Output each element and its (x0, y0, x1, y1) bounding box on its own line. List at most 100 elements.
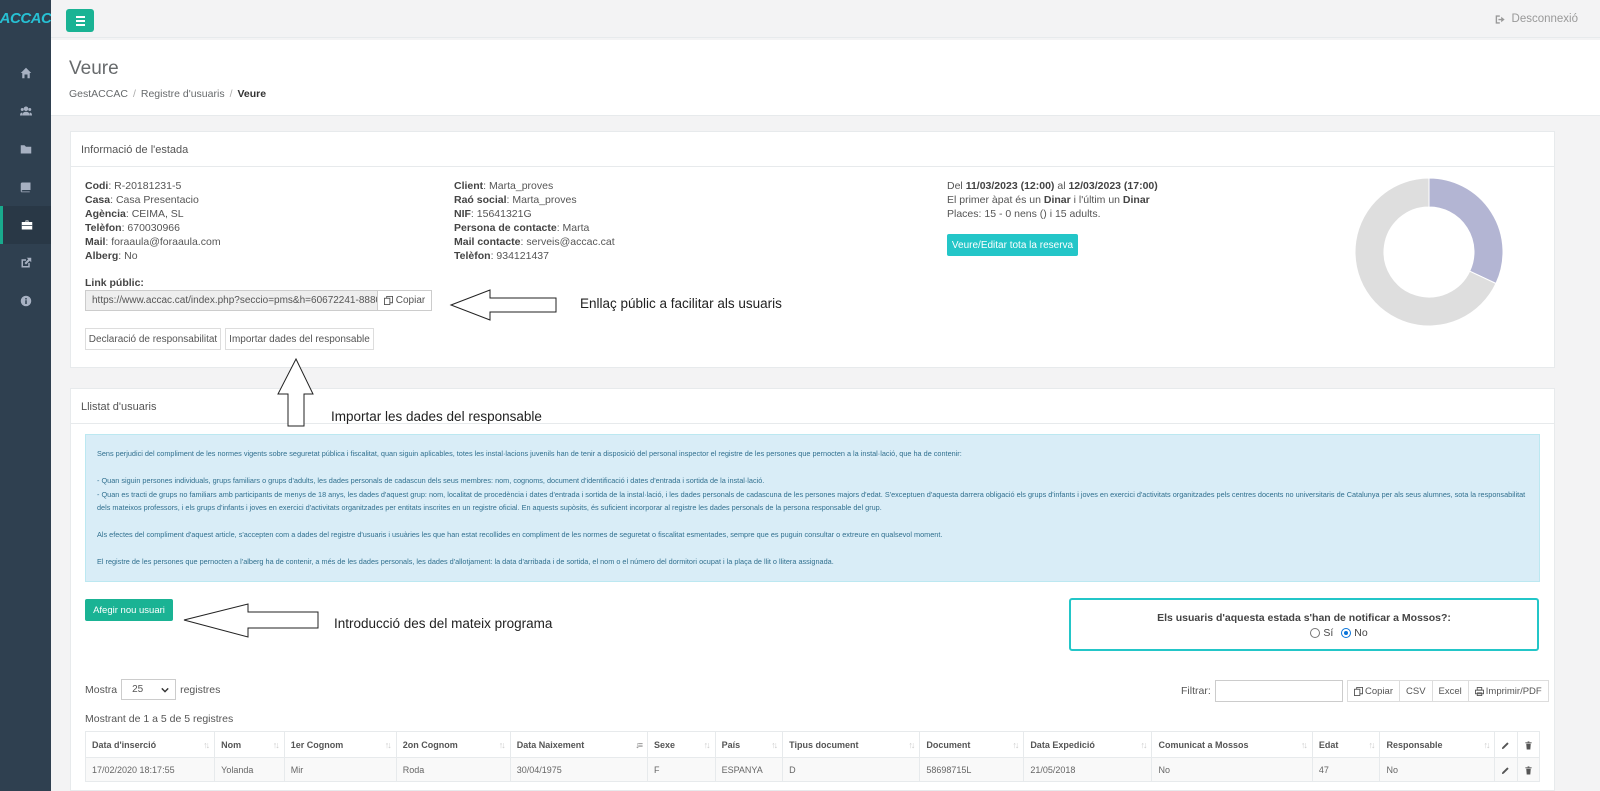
sidebar-item-briefcase[interactable] (0, 206, 51, 244)
info-row: Client: Marta_proves (454, 180, 554, 192)
page-size-control: Mostra 25 registres (85, 679, 220, 700)
col-nom[interactable]: Nom ↑↓ (214, 731, 285, 758)
cell: 47 (1311, 757, 1381, 782)
mossos-yes-option[interactable]: Sí (1310, 627, 1333, 639)
sort-icon: ↑↓ (703, 740, 711, 750)
copy-icon (383, 296, 393, 305)
col-data-expedicio[interactable]: Data Expedició ↑↓ (1023, 731, 1153, 758)
edit-row-button[interactable] (1494, 757, 1518, 782)
copy-link-button[interactable]: Copiar (377, 290, 432, 311)
external-link-icon (21, 257, 31, 268)
cell: 30/04/1975 (509, 757, 648, 782)
mossos-question: Els usuaris d'aquesta estada s'han de no… (1157, 612, 1451, 624)
info-row: Mail: foraaula@foraaula.com (85, 236, 221, 248)
sort-icon: ↑↓ (771, 740, 778, 750)
table-row: 17/02/2020 18:17:55 Yolanda Mir Roda 30/… (84, 757, 1541, 782)
sidebar-item-folder[interactable] (0, 130, 51, 168)
col-cognom1[interactable]: 1er Cognom ↑↓ (283, 731, 397, 758)
delete-row-button[interactable] (1516, 757, 1541, 782)
cell: No (1379, 757, 1496, 782)
estada-panel-title: Informació de l'estada (71, 132, 1554, 167)
info-paragraph: El registre de les persones que pernocte… (97, 557, 834, 566)
cell: Mir (283, 757, 397, 782)
col-document[interactable]: Document ↑↓ (919, 731, 1025, 758)
filter-input[interactable] (1214, 680, 1343, 702)
edit-reserva-button[interactable]: Veure/Editar tota la reserva (947, 234, 1078, 256)
cell: Yolanda (214, 757, 285, 782)
records-info: Mostrant de 1 a 5 de 5 registres (85, 713, 234, 725)
mossos-no-option[interactable]: No (1341, 627, 1368, 639)
sidebar-item-users[interactable] (0, 92, 51, 130)
col-delete (1516, 731, 1541, 758)
col-edat[interactable]: Edat ↑↓ (1311, 731, 1381, 758)
meals-text: El primer àpat és un Dinar i l'últim un … (947, 194, 1150, 206)
col-data-naixement[interactable]: Data Naixement ↓≡ (509, 731, 648, 758)
col-cognom2[interactable]: 2on Cognom ↑↓ (395, 731, 511, 758)
sort-icon: ↑↓ (1140, 740, 1147, 750)
export-csv-button[interactable]: CSV (1399, 680, 1433, 702)
mossos-options: Sí No (1071, 627, 1537, 639)
cell: Roda (395, 757, 511, 782)
col-comunicat-mossos[interactable]: Comunicat a Mossos ↑↓ (1151, 731, 1313, 758)
dates-text: Del 11/03/2023 (12:00) al 12/03/2023 (17… (947, 180, 1158, 192)
occupancy-donut-chart (1354, 177, 1504, 327)
pencil-icon (1502, 741, 1510, 749)
col-responsable[interactable]: Responsable ↑↓ (1379, 731, 1496, 758)
breadcrumb-registre[interactable]: Registre d'usuaris (141, 88, 225, 100)
col-tipus-document[interactable]: Tipus document ↑↓ (782, 731, 921, 758)
page-size-select[interactable]: 25 (121, 679, 177, 700)
breadcrumb-home[interactable]: GestACCAC (69, 88, 128, 100)
menu-toggle-button[interactable] (66, 9, 94, 32)
folder-icon (20, 145, 31, 154)
annotation-import: Importar les dades del responsable (331, 409, 542, 424)
col-pais[interactable]: País ↑↓ (714, 731, 784, 758)
sort-icon: ↑↓ (203, 740, 210, 750)
page-header: Veure GestACCAC / Registre d'usuaris / Veure (51, 40, 1600, 116)
sidebar-item-info[interactable] (0, 282, 51, 320)
radio-yes[interactable] (1310, 628, 1321, 639)
cell: ESPANYA (714, 757, 784, 782)
breadcrumb: GestACCAC / Registre d'usuaris / Veure (69, 88, 267, 100)
export-copy-button[interactable]: Copiar (1347, 680, 1400, 702)
usuaris-panel-title: Llistat d'usuaris (71, 389, 1554, 424)
sidebar-item-home[interactable] (0, 54, 51, 92)
estada-info-col2: Client: Marta_proves Raó social: Marta_p… (454, 179, 615, 263)
import-responsable-button[interactable]: Importar dades del responsable (225, 328, 374, 350)
sidebar-item-external[interactable] (0, 244, 51, 282)
book-icon (20, 182, 30, 193)
topbar: Desconnexió (51, 0, 1600, 38)
mossos-notification-box: Els usuaris d'aquesta estada s'han de no… (1069, 598, 1539, 651)
info-row: Raó social: Marta_proves (454, 194, 577, 206)
cell: D (782, 757, 921, 782)
app-logo[interactable]: ACCAC (0, 0, 52, 36)
info-row: Telèfon: 934121437 (454, 250, 549, 262)
declaracio-button[interactable]: Declaració de responsabilitat (85, 328, 221, 350)
cell: F (646, 757, 716, 782)
col-data-insercio[interactable]: Data d'inserció ↑↓ (84, 731, 216, 758)
col-sexe[interactable]: Sexe ↑↓ (646, 731, 716, 758)
link-public-input[interactable]: https://www.accac.cat/index.php?seccio=p… (85, 290, 378, 311)
estada-dates-col: Del 11/03/2023 (12:00) al 12/03/2023 (17… (947, 179, 1158, 221)
info-row: Telèfon: 670030966 (85, 222, 180, 234)
sidebar: ACCAC (0, 0, 52, 791)
radio-no[interactable] (1341, 628, 1352, 639)
pencil-icon (1502, 766, 1510, 774)
estada-panel: Informació de l'estada Codi: R-20181231-… (70, 131, 1555, 368)
sort-icon: ↑↓ (908, 740, 915, 750)
info-paragraph: Sens perjudici del compliment de les nor… (97, 449, 962, 458)
cell: 17/02/2020 18:17:55 (84, 757, 216, 782)
sort-icon: ↑↓ (1300, 740, 1308, 750)
export-print-button[interactable]: Imprimir/PDF (1467, 680, 1549, 702)
sort-icon: ↑↓ (1012, 740, 1019, 750)
sidebar-item-book[interactable] (0, 168, 51, 206)
sort-icon: ↑↓ (384, 740, 392, 750)
home-icon (20, 67, 31, 79)
add-user-button[interactable]: Afegir nou usuari (85, 599, 173, 621)
info-row: Persona de contacte: Marta (454, 222, 590, 234)
info-row: Mail contacte: serveis@accac.cat (454, 236, 615, 248)
sort-icon: ↑↓ (498, 740, 506, 750)
export-excel-button[interactable]: Excel (1431, 680, 1469, 702)
info-paragraph: - Quan es tracti de grups no familiars a… (97, 489, 1526, 513)
logout-link[interactable]: Desconnexió (1495, 13, 1578, 25)
info-row: NIF: 15641321G (454, 208, 532, 220)
